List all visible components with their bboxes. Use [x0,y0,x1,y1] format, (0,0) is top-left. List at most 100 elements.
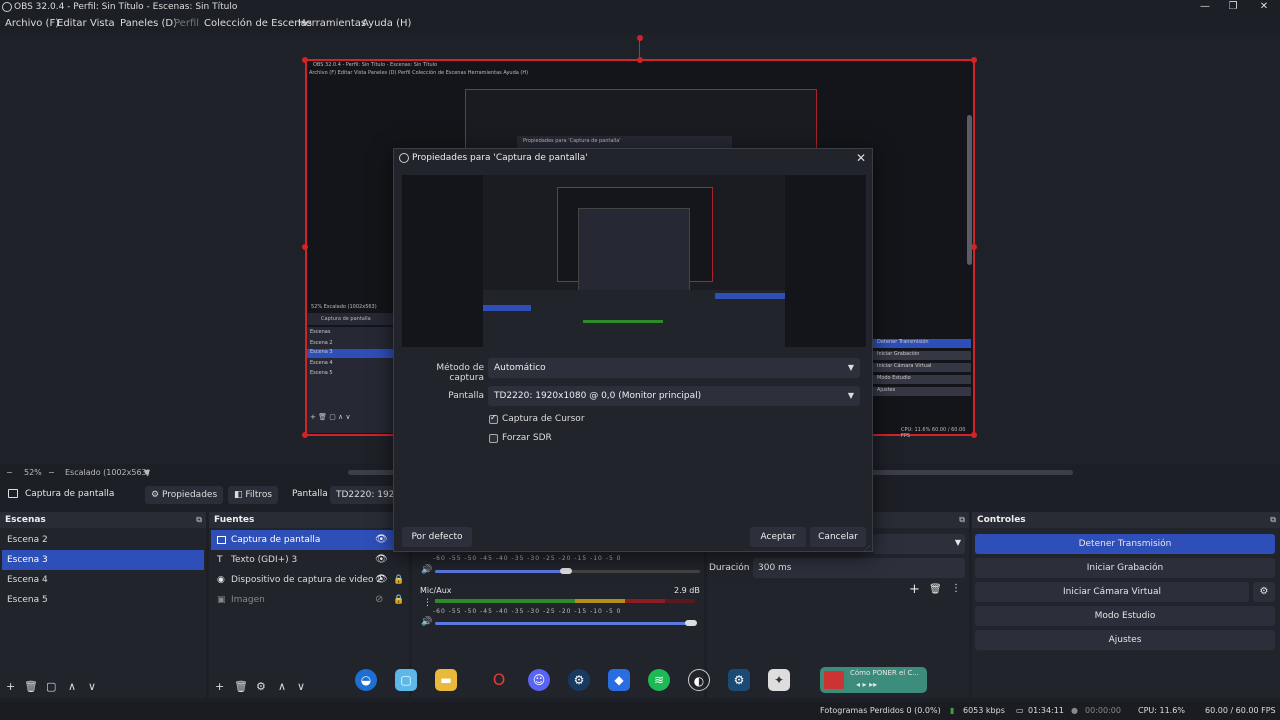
close-icon[interactable]: ✕ [1255,1,1273,13]
add-transition-icon[interactable]: + [909,582,920,597]
cancel-button[interactable]: Cancelar [810,527,866,547]
move-down-icon[interactable]: ∨ [88,680,96,693]
remove-transition-icon[interactable]: 🗑 [929,584,942,595]
kebab-menu-icon[interactable]: ⋮ [423,598,432,608]
resize-grip-icon[interactable]: ⋰ [864,545,870,552]
display-select[interactable]: TD2220: 1920x1080 @ 0,0 (Monitor princip… [488,386,860,406]
menu-coleccion-escenas[interactable]: Colección de Escenas [204,18,312,29]
float-icon[interactable]: ⧉ [1270,515,1276,525]
capture-method-select[interactable]: Automático ▼ [488,358,860,378]
opera-icon[interactable]: O [488,669,510,691]
force-sdr-checkbox[interactable] [489,434,498,443]
move-up-icon[interactable]: ∧ [278,680,286,693]
app-icon[interactable]: ▢ [395,669,417,691]
capture-cursor-checkbox[interactable] [489,413,498,424]
resize-handle-tl[interactable] [302,57,308,63]
menu-herramientas[interactable]: Herramientas [298,18,366,29]
source-item[interactable]: Imagen [211,590,393,610]
steam-icon[interactable]: ⚙ [568,669,590,691]
menu-ayuda[interactable]: Ayuda (H) [362,18,411,29]
speaker-icon[interactable]: 🔊 [421,565,432,575]
remove-scene-icon[interactable]: 🗑 [24,680,38,693]
lock-icon[interactable]: 🔒 [393,575,404,585]
menu-editar[interactable]: Editar [57,18,87,29]
duration-input[interactable]: 300 ms [753,558,965,578]
accept-button[interactable]: Aceptar [750,527,806,547]
source-item[interactable]: Dispositivo de captura de video 2 [211,570,393,590]
float-icon[interactable]: ⧉ [959,515,965,525]
volume-slider-2[interactable] [435,622,690,625]
close-icon[interactable]: ✕ [856,151,866,165]
resize-handle-l[interactable] [302,244,308,250]
scene-item[interactable]: Escena 2 [2,530,204,550]
resize-handle-t[interactable] [637,57,643,63]
visibility-icon[interactable]: 👁 [375,554,388,565]
scene-item[interactable]: Escena 4 [2,570,204,590]
move-up-icon[interactable]: ∧ [68,680,76,693]
gear-icon[interactable]: ⚙ [1253,582,1275,602]
hidden-icon[interactable]: ⊘ [375,594,383,605]
preview-vscroll[interactable] [967,115,972,265]
remove-source-icon[interactable]: 🗑 [234,680,248,693]
zoom-percent[interactable]: 52% [24,468,42,477]
app-icon[interactable]: ◆ [608,669,630,691]
monitor-icon [8,489,18,498]
discord-icon[interactable]: ☺ [528,669,550,691]
display-select[interactable]: TD2220: 1920x1 [330,486,394,504]
resize-handle-br[interactable] [971,432,977,438]
resize-handle-bl[interactable] [302,432,308,438]
visibility-icon[interactable]: 👁 [375,534,388,545]
rotation-handle[interactable] [637,35,643,41]
volume-knob-2[interactable] [685,620,697,626]
bitrate: 6053 kbps [963,706,1005,715]
steam-icon[interactable]: ⚙ [728,669,750,691]
chevron-down-icon[interactable]: ▼ [144,468,150,477]
zoom-scaled[interactable]: Escalado (1002x563) [65,468,150,477]
float-icon[interactable]: ⧉ [196,515,202,525]
visibility-icon[interactable]: 👁 [375,574,388,585]
folder-icon[interactable]: ▬ [435,669,457,691]
settings-button[interactable]: Ajustes [975,630,1275,650]
spotify-icon[interactable]: ≋ [648,669,670,691]
start-recording-button[interactable]: Iniciar Grabación [975,558,1275,578]
start-virtual-cam-button[interactable]: Iniciar Cámara Virtual [975,582,1249,602]
minimize-icon[interactable]: — [1196,1,1214,13]
gear-icon[interactable]: ⚙ [256,680,266,693]
move-down-icon[interactable]: ∨ [297,680,305,693]
resize-handle-tr[interactable] [971,57,977,63]
scene-item[interactable]: Escena 3 [2,550,204,570]
scene-item[interactable]: Escena 5 [2,590,204,610]
add-scene-icon[interactable]: + [6,680,15,693]
source-item[interactable]: Captura de pantalla [211,530,393,550]
media-widget[interactable]: Cómo PONER el C... ◂ ▸ ▸▸ [820,667,927,693]
menu-vista[interactable]: Vista [90,18,115,29]
stop-stream-button[interactable]: Detener Transmisión [975,534,1275,554]
kebab-menu-icon[interactable]: ⋮ [951,583,961,594]
add-source-icon[interactable]: + [215,680,224,693]
obs-icon[interactable]: ◐ [688,669,710,691]
browser-icon[interactable]: ◒ [355,669,377,691]
scene-filters-icon[interactable]: ▢ [46,680,56,693]
volume-knob-1[interactable] [560,568,572,574]
volume-slider-1[interactable] [435,570,565,573]
zoom-in-icon[interactable]: − [48,468,55,477]
filters-button[interactable]: ◧ Filtros [228,486,279,504]
app-icon[interactable]: ✦ [768,669,790,691]
transition-select[interactable]: ▼ [873,534,965,554]
lock-icon[interactable]: 🔒 [393,595,404,605]
maximize-icon[interactable]: ❐ [1224,1,1242,13]
zoom-out-icon[interactable]: − [6,468,13,477]
media-controls[interactable]: ◂ ▸ ▸▸ [856,680,877,689]
menu-perfil[interactable]: Perfil [174,18,199,29]
studio-mode-button[interactable]: Modo Estudio [975,606,1275,626]
defaults-button[interactable]: Por defecto [402,527,472,547]
stream-icon: ▭ [1016,706,1024,715]
image-icon: ▣ [217,595,226,605]
menu-paneles[interactable]: Paneles (D) [120,18,177,29]
menu-archivo[interactable]: Archivo (F) [5,18,59,29]
speaker-icon[interactable]: 🔊 [421,617,432,627]
media-thumbnail [824,671,844,689]
sources-header: Fuentes [209,512,409,528]
properties-button[interactable]: ⚙ Propiedades [145,486,224,504]
source-item[interactable]: Texto (GDI+) 3 [211,550,393,570]
